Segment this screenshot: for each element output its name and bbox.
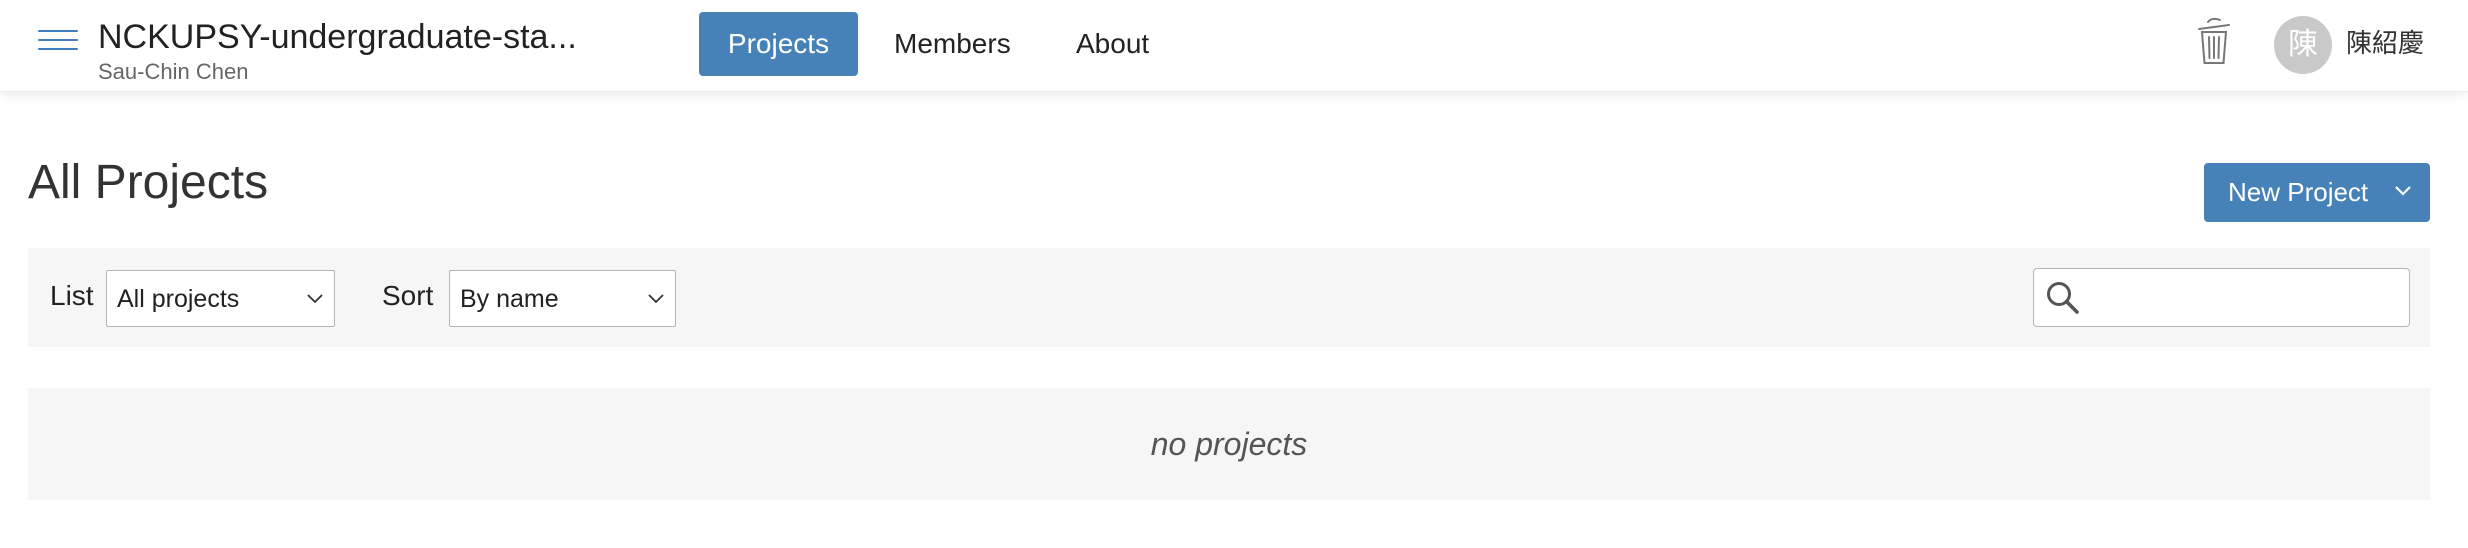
project-owner: Sau-Chin Chen: [98, 59, 249, 84]
top-navigation-bar: NCKUPSY-undergraduate-sta... Sau-Chin Ch…: [0, 0, 2468, 92]
projects-list-empty: no projects: [28, 388, 2430, 500]
list-filter-label: List: [50, 280, 94, 311]
nav-projects-button[interactable]: Projects: [699, 12, 858, 76]
search-box[interactable]: [2033, 268, 2410, 327]
list-filter-select[interactable]: All projects: [106, 270, 335, 327]
chevron-down-icon: [2395, 186, 2411, 196]
filter-bar: List All projects Sort By name: [28, 248, 2430, 347]
page-title: All Projects: [28, 156, 269, 209]
sort-label: Sort: [382, 280, 434, 311]
trash-can-icon[interactable]: [2196, 16, 2232, 66]
search-icon: [2047, 282, 2079, 314]
list-filter-value: All projects: [117, 285, 240, 313]
nav-about-link[interactable]: About: [1076, 12, 1149, 76]
chevron-down-icon: [307, 294, 323, 304]
user-avatar[interactable]: 陳: [2274, 16, 2332, 74]
hamburger-menu-icon[interactable]: [38, 28, 80, 54]
empty-message: no projects: [1150, 426, 1308, 462]
project-title[interactable]: NCKUPSY-undergraduate-sta...: [98, 17, 638, 57]
chevron-down-icon: [648, 294, 664, 304]
search-input[interactable]: [2088, 275, 2402, 321]
sort-value: By name: [460, 285, 559, 313]
new-project-button[interactable]: New Project: [2204, 163, 2430, 222]
sort-select[interactable]: By name: [449, 270, 676, 327]
new-project-label: New Project: [2228, 177, 2369, 207]
nav-members-link[interactable]: Members: [894, 12, 1011, 76]
user-name[interactable]: 陳紹慶: [2346, 24, 2424, 64]
